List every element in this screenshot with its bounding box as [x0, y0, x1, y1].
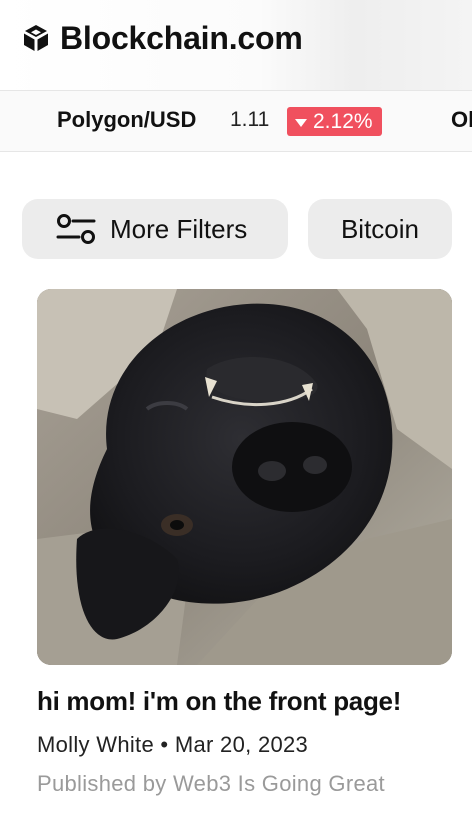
price-ticker: Polygon/USD 1.11 2.12% Ol [0, 90, 472, 152]
ticker-pair[interactable]: Polygon/USD [57, 107, 196, 133]
category-chip-label: Bitcoin [340, 213, 420, 244]
article-meta: Molly White • Mar 20, 2023 [37, 732, 308, 758]
brand-name[interactable]: Blockchain.com [60, 20, 303, 57]
article-author[interactable]: Molly White [37, 732, 154, 757]
ticker-change-value: 2.12% [313, 109, 373, 133]
article-image[interactable] [37, 289, 452, 665]
ticker-next-pair[interactable]: Ol [451, 107, 472, 133]
ticker-price: 1.11 [230, 108, 270, 131]
article-publisher[interactable]: Published by Web3 Is Going Great [37, 771, 385, 797]
meta-separator: • [160, 732, 169, 757]
category-chip-bitcoin[interactable]: Bitcoin [308, 199, 452, 259]
site-header: Blockchain.com [0, 0, 472, 90]
article-photo [37, 289, 452, 665]
caret-down-icon [295, 118, 307, 127]
blockchain-cube-icon[interactable] [20, 22, 52, 54]
article-title[interactable]: hi mom! i'm on the front page! [37, 686, 401, 717]
ticker-change-badge: 2.12% [287, 107, 382, 136]
more-filters-button[interactable]: More Filters [22, 199, 288, 259]
sliders-icon [56, 214, 96, 244]
article-date: Mar 20, 2023 [174, 732, 309, 757]
more-filters-label: More Filters [110, 213, 248, 244]
